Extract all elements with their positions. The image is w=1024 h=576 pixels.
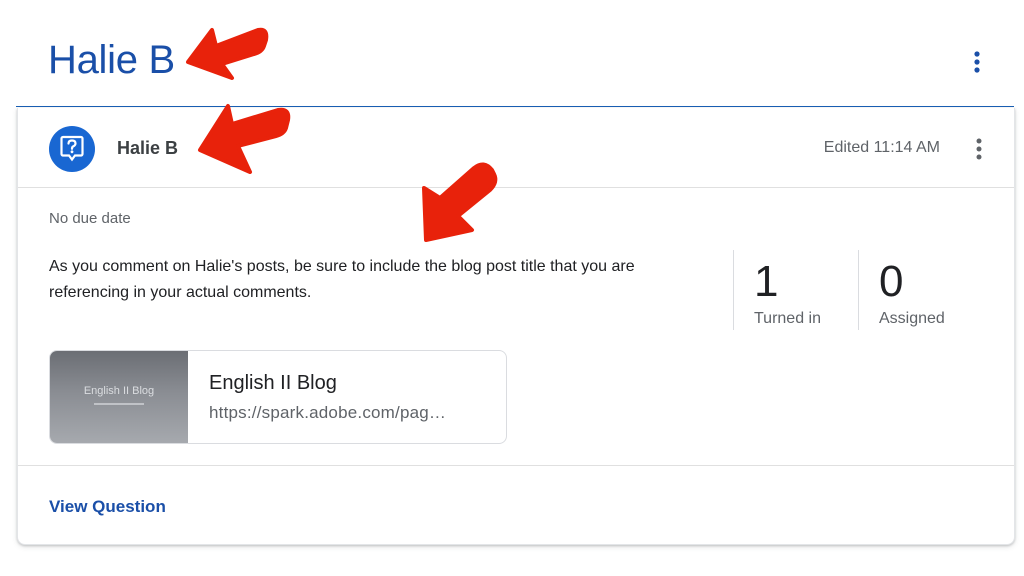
turned-in-stat[interactable]: 1 Turned in (733, 250, 858, 330)
header-divider (16, 106, 1014, 107)
turned-in-label: Turned in (754, 310, 821, 327)
red-arrow-annotation (198, 104, 291, 174)
more-vert-icon[interactable] (964, 46, 990, 78)
attachment-link[interactable]: English II Blog English II Blog https://… (49, 350, 507, 444)
thumbnail-subline (94, 403, 144, 405)
footer-divider (18, 465, 1014, 466)
thumbnail-text: English II Blog (83, 385, 155, 397)
more-vert-icon[interactable] (966, 134, 992, 164)
red-arrow-annotation (186, 27, 269, 80)
attachment-url: https://spark.adobe.com/pag… (209, 403, 447, 422)
red-arrow-annotation (422, 162, 498, 242)
card-header: Halie B Edited 11:14 AM (18, 108, 1014, 188)
assigned-label: Assigned (879, 310, 945, 327)
attachment-thumbnail: English II Blog (50, 351, 188, 443)
view-question-link[interactable]: View Question (49, 497, 166, 517)
attachment-title: English II Blog (209, 372, 337, 394)
assigned-stat[interactable]: 0 Assigned (858, 250, 983, 330)
post-author: Halie B (117, 138, 179, 158)
question-card: Halie B Edited 11:14 AM No due date As y… (17, 108, 1015, 545)
assigned-count: 0 (879, 257, 904, 306)
question-description: As you comment on Halie's posts, be sure… (49, 258, 635, 301)
turned-in-count: 1 (754, 257, 779, 306)
edited-timestamp: Edited 11:14 AM (823, 139, 940, 156)
due-date: No due date (49, 210, 131, 227)
page-title: Halie B (48, 38, 175, 82)
question-bubble-icon (49, 126, 95, 172)
